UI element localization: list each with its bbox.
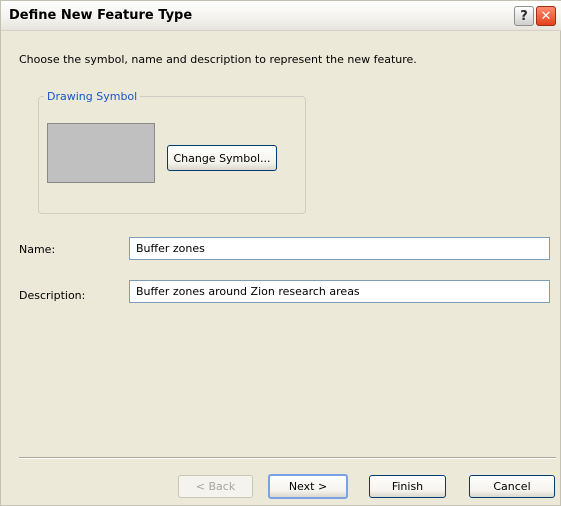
close-icon: ✕ bbox=[540, 8, 552, 24]
drawing-symbol-legend: Drawing Symbol bbox=[44, 90, 141, 103]
symbol-preview-swatch bbox=[47, 123, 155, 183]
change-symbol-button[interactable]: Change Symbol... bbox=[167, 145, 277, 171]
back-label: < Back bbox=[195, 480, 236, 493]
next-button[interactable]: Next > bbox=[268, 474, 348, 499]
footer-separator bbox=[19, 457, 556, 459]
finish-label: Finish bbox=[391, 480, 424, 493]
next-label: Next > bbox=[288, 480, 328, 493]
title-bar[interactable]: Define New Feature Type ? ✕ bbox=[1, 1, 561, 31]
back-button[interactable]: < Back bbox=[178, 475, 253, 498]
finish-button[interactable]: Finish bbox=[369, 475, 446, 498]
description-label: Description: bbox=[19, 289, 86, 302]
name-field-value: Buffer zones bbox=[136, 242, 205, 255]
define-feature-dialog: Define New Feature Type ? ✕ Choose the s… bbox=[0, 0, 561, 506]
name-label: Name: bbox=[19, 243, 56, 256]
description-field-value: Buffer zones around Zion research areas bbox=[136, 285, 360, 298]
help-button[interactable]: ? bbox=[514, 6, 534, 26]
close-button[interactable]: ✕ bbox=[536, 6, 556, 26]
name-field[interactable]: Buffer zones bbox=[129, 237, 550, 260]
description-field[interactable]: Buffer zones around Zion research areas bbox=[129, 280, 550, 303]
change-symbol-label: Change Symbol... bbox=[173, 151, 271, 165]
window-title: Define New Feature Type bbox=[9, 8, 193, 23]
cancel-button[interactable]: Cancel bbox=[469, 475, 555, 498]
intro-text: Choose the symbol, name and description … bbox=[19, 53, 417, 66]
help-icon: ? bbox=[520, 8, 528, 24]
cancel-label: Cancel bbox=[493, 480, 531, 493]
